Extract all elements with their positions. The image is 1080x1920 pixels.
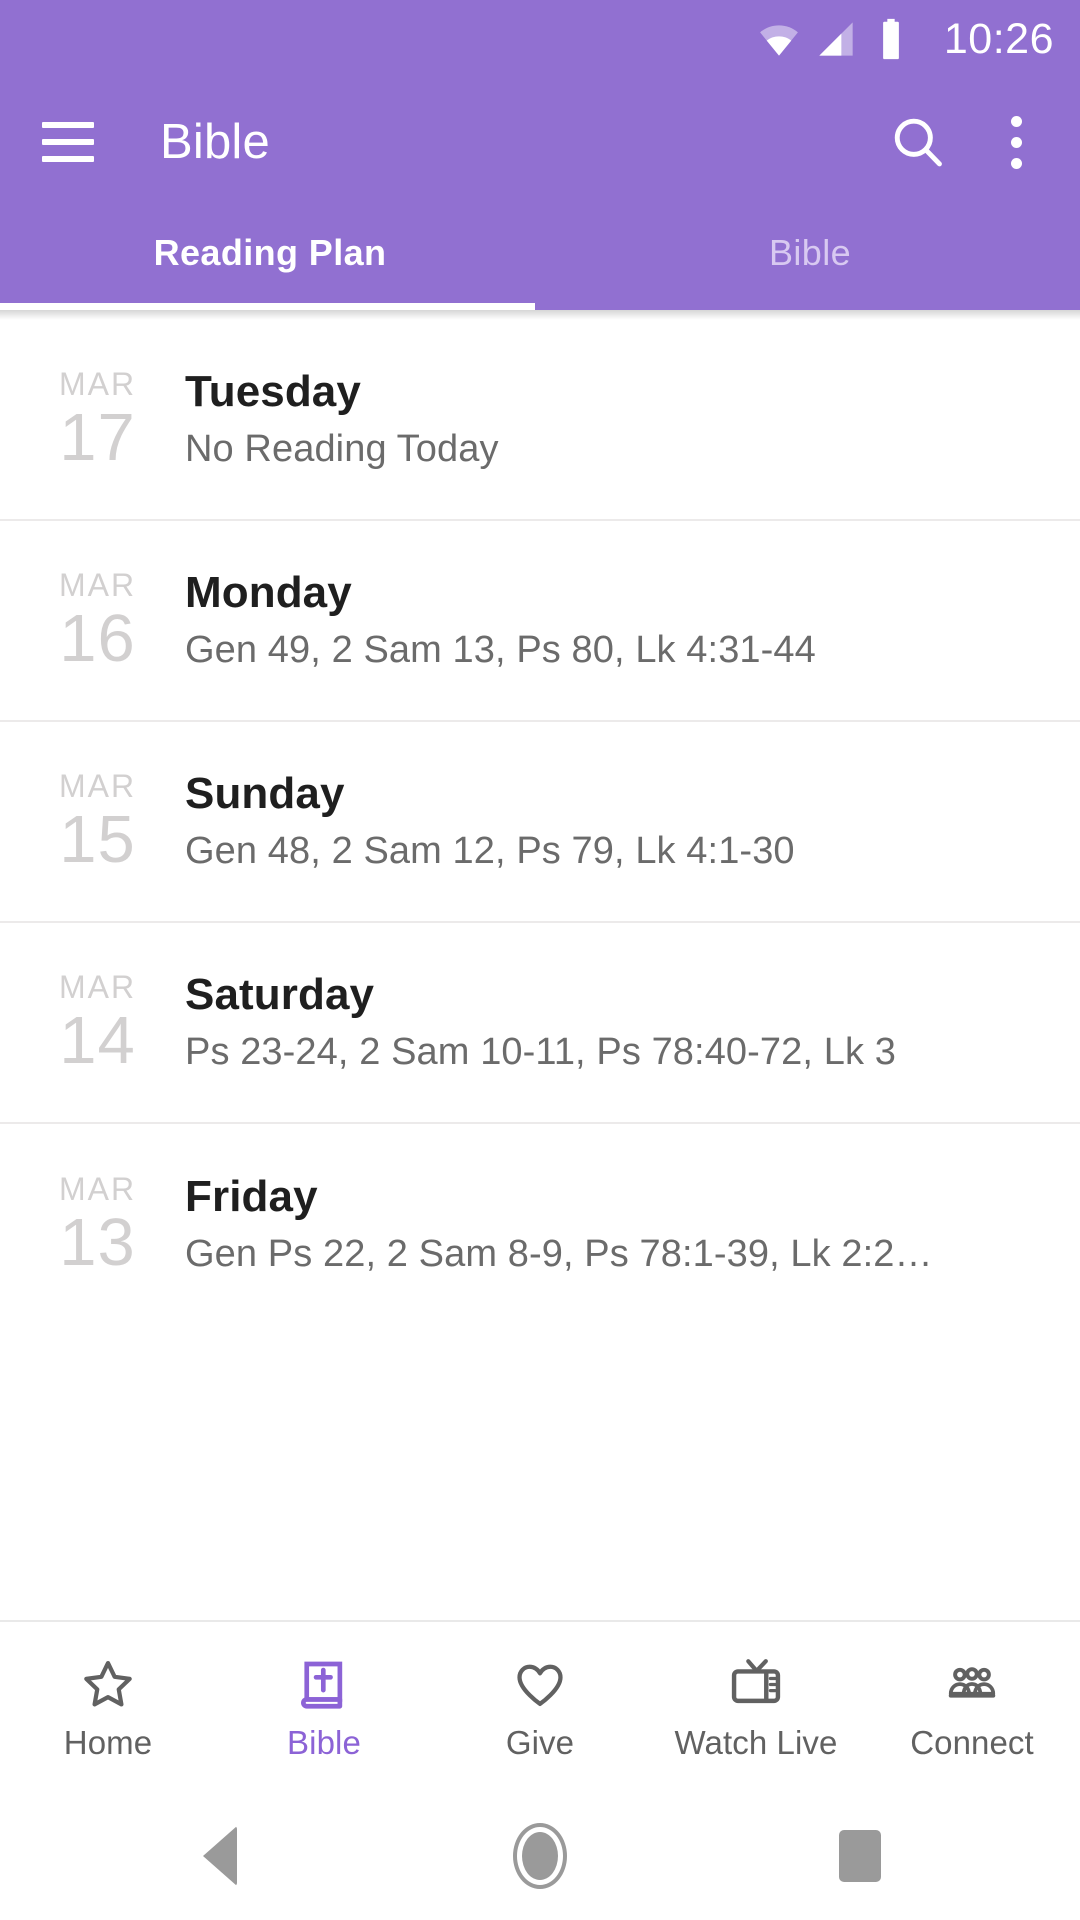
row-date: MAR 16 xyxy=(0,569,185,672)
status-bar: 10:26 xyxy=(0,0,1080,78)
row-readings: Gen 48, 2 Sam 12, Ps 79, Lk 4:1-30 xyxy=(185,830,795,873)
row-readings: Gen 49, 2 Sam 13, Ps 80, Lk 4:31-44 xyxy=(185,629,816,672)
tab-bible[interactable]: Bible xyxy=(540,206,1080,310)
android-system-nav xyxy=(0,1792,1080,1920)
search-icon[interactable] xyxy=(890,114,946,170)
nav-item-give[interactable]: Give xyxy=(432,1656,648,1759)
recents-square-icon[interactable] xyxy=(800,1816,920,1896)
nav-item-bible-label: Bible xyxy=(287,1723,361,1761)
table-row[interactable]: MAR 16 Monday Gen 49, 2 Sam 13, Ps 80, L… xyxy=(0,521,1080,722)
header-shadow xyxy=(0,310,1080,320)
page-title: Bible xyxy=(160,114,270,169)
battery-full-icon xyxy=(883,18,899,60)
row-content: Tuesday No Reading Today xyxy=(185,367,1080,472)
television-icon xyxy=(726,1656,786,1714)
tab-reading-plan-label: Reading Plan xyxy=(153,232,387,273)
bottom-navigation-bar: Home Bible Give Watch Live Connect xyxy=(0,1620,1080,1792)
tab-bar: Reading Plan Bible xyxy=(0,206,1080,310)
row-weekday: Monday xyxy=(185,568,352,618)
cell-signal-icon xyxy=(819,22,853,56)
purple-header: 10:26 Bible Reading Plan Bible xyxy=(0,0,1080,310)
row-date-day: 13 xyxy=(59,1205,136,1280)
app-screen: 10:26 Bible Reading Plan Bible MAR 17 Tu… xyxy=(0,0,1080,1920)
home-circle-icon[interactable] xyxy=(480,1816,600,1896)
status-clock: 10:26 xyxy=(943,14,1054,63)
app-bar: Bible xyxy=(0,78,1080,206)
reading-plan-list: MAR 17 Tuesday No Reading Today MAR 16 M… xyxy=(0,320,1080,1620)
row-date-day: 17 xyxy=(59,400,136,475)
nav-item-home[interactable]: Home xyxy=(0,1656,216,1759)
row-weekday: Tuesday xyxy=(185,367,361,417)
nav-item-connect[interactable]: Connect xyxy=(864,1656,1080,1759)
status-icon-group: 10:26 xyxy=(758,17,1054,61)
row-content: Saturday Ps 23-24, 2 Sam 10-11, Ps 78:40… xyxy=(185,970,1080,1075)
table-row[interactable]: MAR 15 Sunday Gen 48, 2 Sam 12, Ps 79, L… xyxy=(0,722,1080,923)
nav-item-watch-live-label: Watch Live xyxy=(674,1723,838,1761)
row-date: MAR 13 xyxy=(0,1173,185,1276)
row-weekday: Saturday xyxy=(185,970,375,1020)
row-readings: Ps 23-24, 2 Sam 10-11, Ps 78:40-72, Lk 3 xyxy=(185,1031,896,1074)
back-triangle-icon[interactable] xyxy=(160,1816,280,1896)
row-date-month: MAR xyxy=(58,969,137,1005)
row-date: MAR 15 xyxy=(0,770,185,873)
wifi-icon xyxy=(759,25,798,56)
row-date-day: 14 xyxy=(59,1003,136,1078)
nav-item-connect-label: Connect xyxy=(910,1723,1034,1761)
row-date-day: 16 xyxy=(59,601,136,676)
table-row[interactable]: MAR 14 Saturday Ps 23-24, 2 Sam 10-11, P… xyxy=(0,923,1080,1124)
tab-bible-label: Bible xyxy=(768,232,852,273)
table-row[interactable]: MAR 13 Friday Gen Ps 22, 2 Sam 8-9, Ps 7… xyxy=(0,1124,1080,1325)
row-date-month: MAR xyxy=(58,366,137,402)
row-readings: No Reading Today xyxy=(185,428,499,471)
nav-item-give-label: Give xyxy=(505,1723,575,1761)
nav-item-bible[interactable]: Bible xyxy=(216,1656,432,1759)
tab-active-indicator xyxy=(0,303,535,310)
row-date-month: MAR xyxy=(58,567,137,603)
hamburger-menu-icon[interactable] xyxy=(42,122,94,162)
row-weekday: Friday xyxy=(185,1172,318,1222)
row-date-day: 15 xyxy=(59,802,136,877)
row-content: Friday Gen Ps 22, 2 Sam 8-9, Ps 78:1-39,… xyxy=(185,1172,1080,1277)
table-row[interactable]: MAR 17 Tuesday No Reading Today xyxy=(0,320,1080,521)
tab-reading-plan[interactable]: Reading Plan xyxy=(0,206,540,310)
row-content: Monday Gen 49, 2 Sam 13, Ps 80, Lk 4:31-… xyxy=(185,568,1080,673)
row-content: Sunday Gen 48, 2 Sam 12, Ps 79, Lk 4:1-3… xyxy=(185,769,1080,874)
overflow-menu-icon[interactable] xyxy=(988,115,1044,169)
row-date-month: MAR xyxy=(58,1171,137,1207)
nav-item-watch-live[interactable]: Watch Live xyxy=(648,1656,864,1759)
row-readings: Gen Ps 22, 2 Sam 8-9, Ps 78:1-39, Lk 2:2… xyxy=(185,1233,933,1276)
row-weekday: Sunday xyxy=(185,769,345,819)
row-date-month: MAR xyxy=(58,768,137,804)
row-date: MAR 17 xyxy=(0,368,185,471)
app-bar-actions xyxy=(890,114,1044,170)
heart-outline-icon xyxy=(510,1656,570,1714)
people-group-icon xyxy=(942,1656,1002,1714)
star-outline-icon xyxy=(78,1656,138,1714)
row-date: MAR 14 xyxy=(0,971,185,1074)
nav-item-home-label: Home xyxy=(63,1723,153,1761)
bible-book-cross-icon xyxy=(294,1656,354,1714)
